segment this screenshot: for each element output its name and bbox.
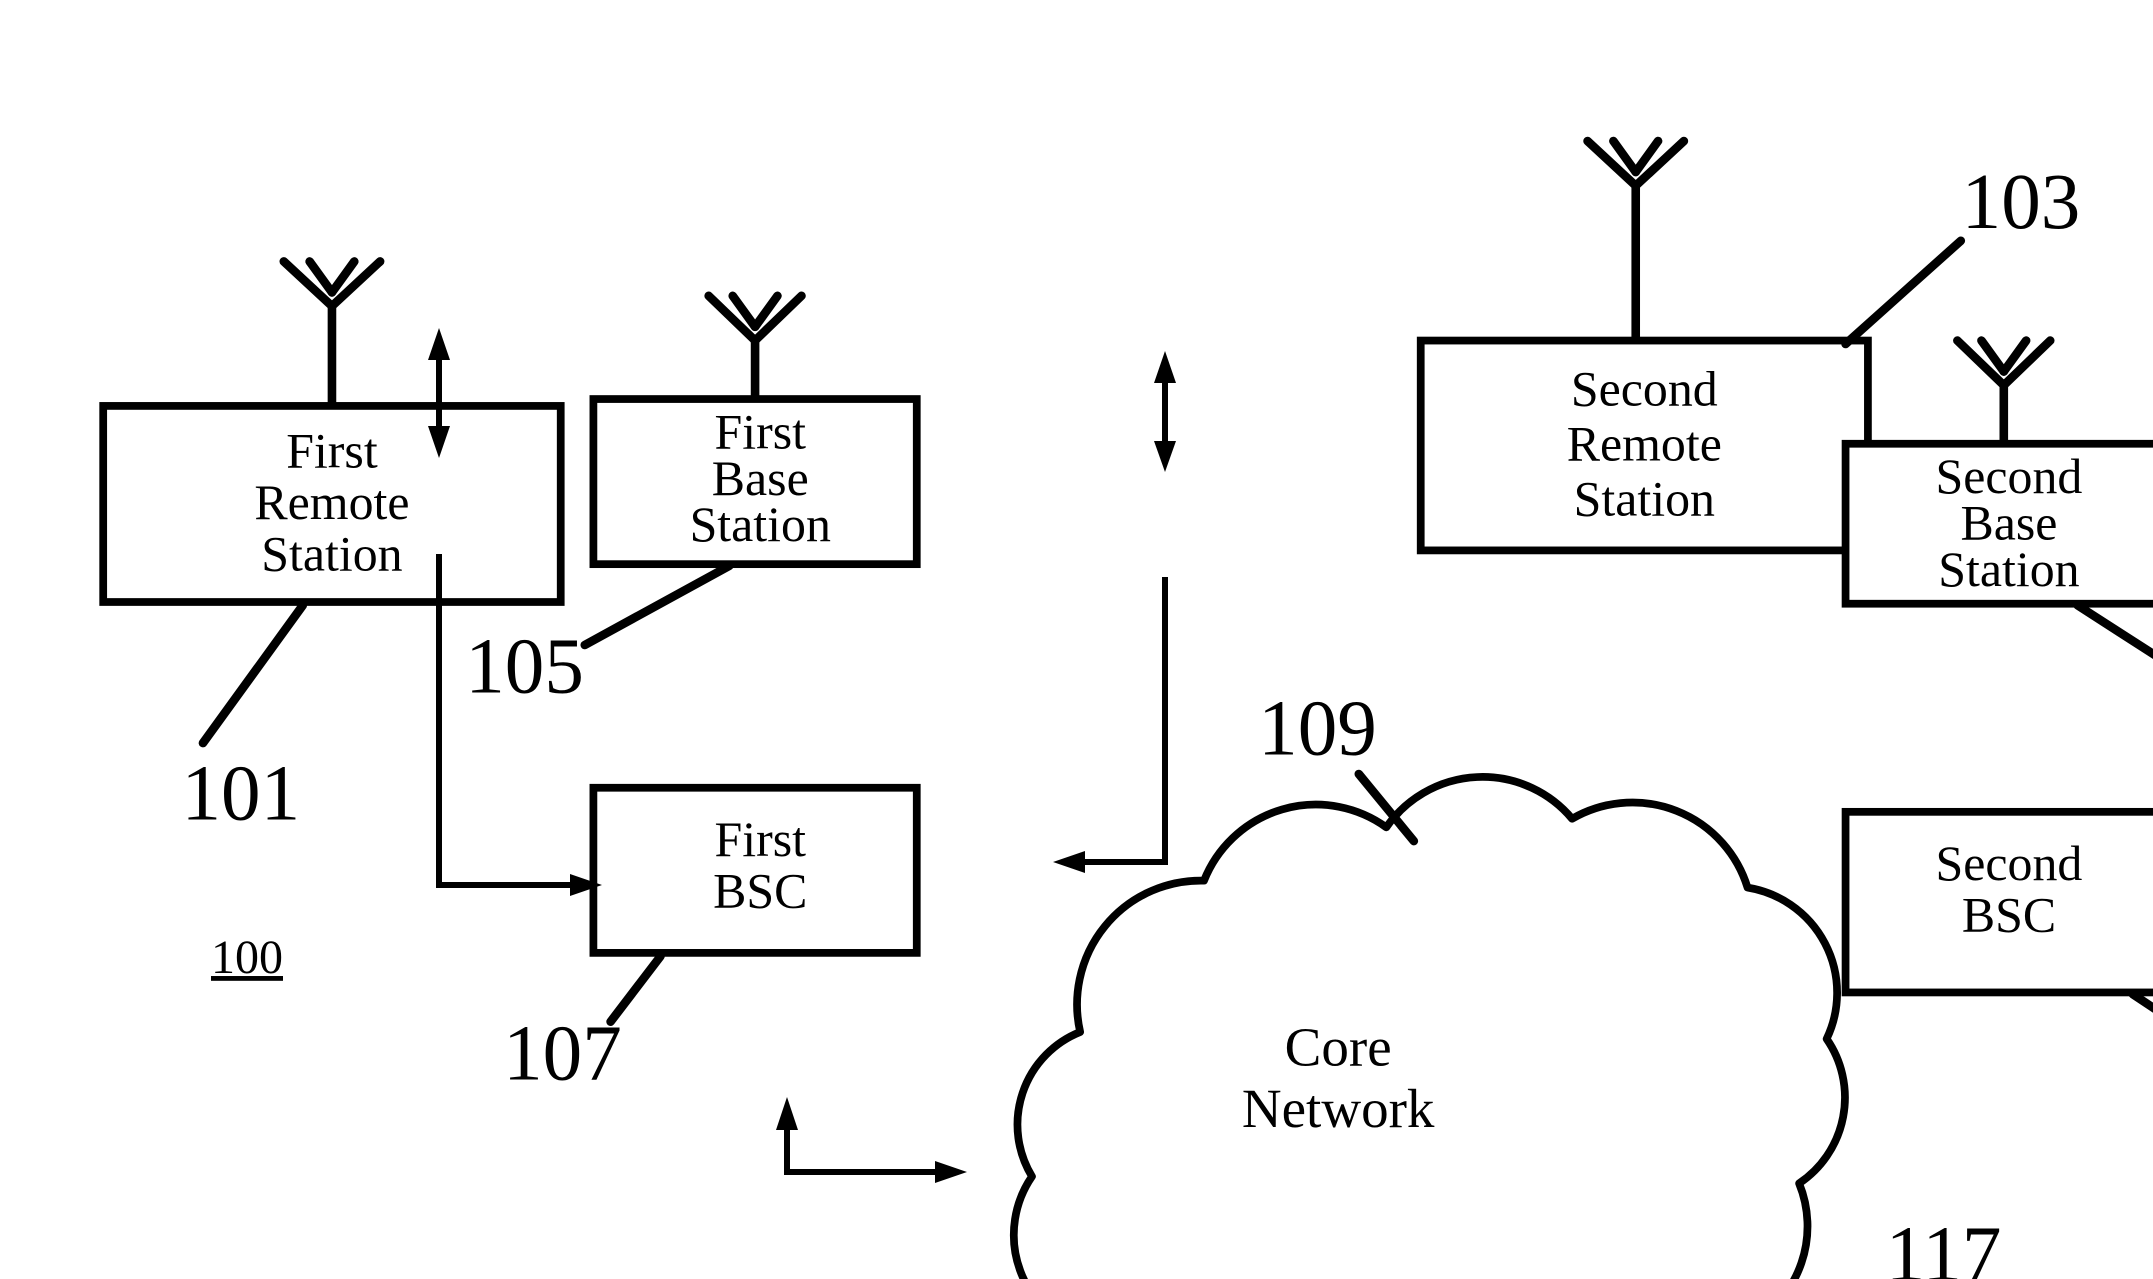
diagram-overlay xyxy=(0,0,2153,1279)
patent-figure: First Remote Station 101 Second Remote S… xyxy=(0,0,2153,1279)
